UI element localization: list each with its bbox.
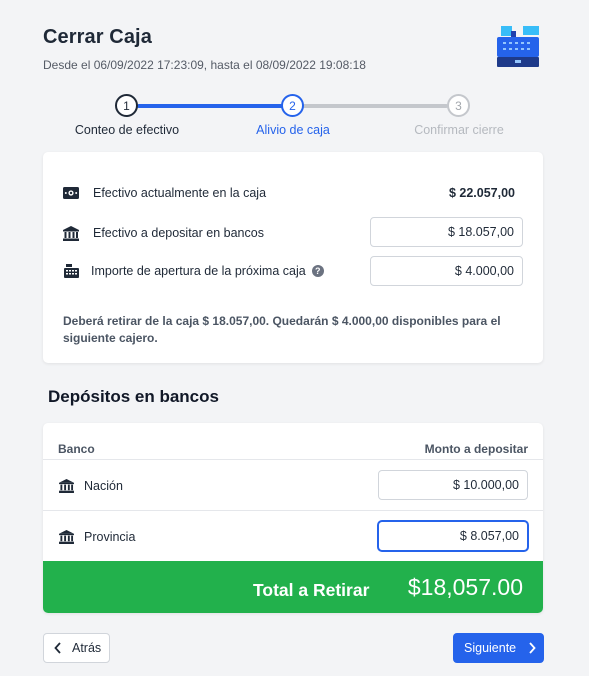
total-bar: Total a Retirar $18,057.00: [43, 561, 543, 613]
total-value: $18,057.00: [407, 574, 523, 600]
step-1-circle[interactable]: 1: [115, 94, 138, 117]
money-bill-icon: [63, 185, 79, 201]
col-amount-header: Monto a depositar: [424, 442, 528, 456]
chevron-left-icon: [54, 642, 61, 654]
cash-register-icon: [497, 26, 539, 67]
back-button-label: Atrás: [72, 641, 102, 655]
bank-amount-input[interactable]: [378, 521, 528, 551]
step-3-circle: 3: [447, 94, 470, 117]
summary-card: Efectivo actualmente en la caja $ 22.057…: [43, 152, 543, 363]
opening-label: Importe de apertura de la próxima caja: [91, 264, 306, 278]
step-2-circle[interactable]: 2: [281, 94, 304, 117]
table-row: Provincia: [58, 529, 135, 545]
row-divider: [43, 510, 543, 511]
deposit-label: Efectivo a depositar en bancos: [93, 226, 264, 240]
step-2-number: 2: [289, 98, 296, 113]
deposits-card: Banco Monto a depositar Nación Provincia…: [43, 423, 543, 613]
help-icon[interactable]: ?: [311, 265, 324, 277]
bank-icon: [63, 225, 79, 241]
cash-in-register-value: $ 22.057,00: [448, 186, 515, 200]
chevron-right-icon: [529, 642, 536, 654]
step-3-number: 3: [455, 98, 462, 113]
withdraw-note: Deberá retirar de la caja $ 18.057,00. Q…: [63, 314, 501, 345]
step-1-number: 1: [123, 98, 130, 113]
stepper: 1 2 3 Conteo de efectivo Alivio de caja …: [0, 92, 589, 142]
cash-in-register-row: Efectivo actualmente en la caja: [63, 185, 266, 201]
page-subtitle: Desde el 06/09/2022 17:23:09, hasta el 0…: [43, 58, 366, 72]
cash-in-register-label: Efectivo actualmente en la caja: [93, 186, 267, 200]
deposit-row: Efectivo a depositar en bancos: [63, 225, 264, 241]
page-title: Cerrar Caja: [43, 26, 152, 48]
cash-register-small-icon: [63, 263, 79, 279]
step-line-pending: [302, 104, 448, 108]
bank-amount-input[interactable]: [378, 470, 528, 500]
header-divider: [43, 459, 543, 460]
bank-name: Provincia: [84, 530, 136, 544]
next-button[interactable]: Siguiente: [453, 633, 544, 663]
col-bank-header: Banco: [58, 442, 95, 456]
opening-amount-input[interactable]: [370, 256, 523, 286]
bank-icon: [58, 529, 74, 545]
page-header: Cerrar Caja Desde el 06/09/2022 17:23:09…: [43, 26, 366, 72]
table-row: Nación: [58, 478, 123, 494]
back-button[interactable]: Atrás: [43, 633, 110, 663]
bank-name: Nación: [84, 479, 123, 493]
deposits-title: Depósitos en bancos: [48, 387, 219, 406]
step-3-label: Confirmar cierre: [414, 123, 504, 137]
step-1-label: Conteo de efectivo: [74, 123, 180, 137]
total-label: Total a Retirar: [253, 580, 370, 600]
step-2-label: Alivio de caja: [256, 123, 330, 137]
bank-icon: [58, 478, 74, 494]
step-line-done: [137, 104, 283, 108]
deposit-amount-input[interactable]: [370, 217, 523, 247]
opening-row: Importe de apertura de la próxima caja ?: [63, 263, 324, 279]
next-button-label: Siguiente: [464, 641, 517, 655]
